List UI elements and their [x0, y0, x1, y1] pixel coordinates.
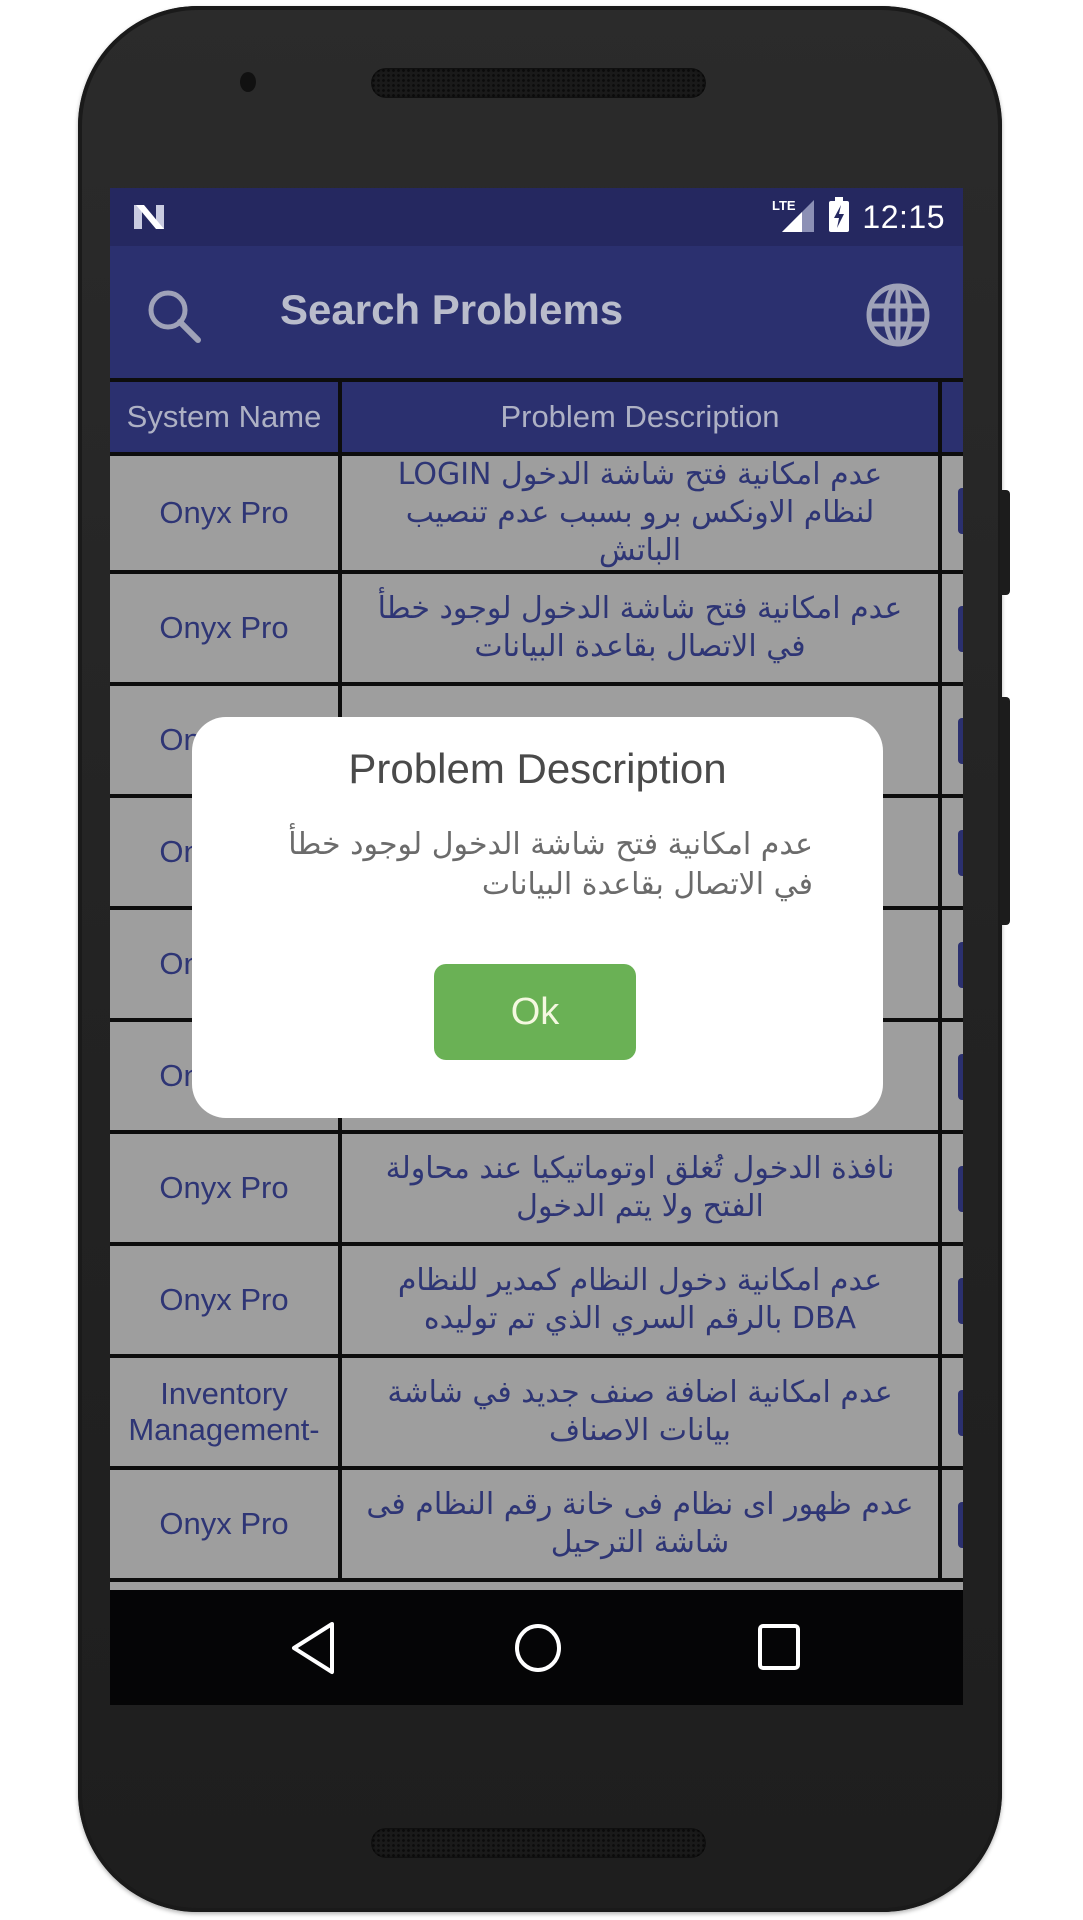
dialog-title: Problem Description [348, 745, 727, 792]
action-cell [938, 1466, 963, 1582]
problem-description-cell: عدم امكانية دخول النظام كمدير للنظام DBA… [338, 1242, 942, 1358]
navigation-bar [110, 1590, 963, 1705]
ok-button[interactable]: Ok [434, 964, 636, 1060]
system-name-cell: Onyx Pro [110, 1130, 342, 1246]
view-details-button[interactable] [958, 830, 963, 876]
page-title: Search Problems [280, 286, 624, 333]
view-details-button[interactable] [958, 1278, 963, 1324]
recents-icon[interactable] [754, 1620, 804, 1681]
table-row[interactable]: Onyx Pro عدم امكانية دخول النظام كمدير لل… [110, 1242, 963, 1358]
column-header-system-name[interactable]: System Name [110, 378, 342, 456]
action-cell [938, 1242, 963, 1358]
lte-signal-icon: LTE [772, 197, 816, 238]
action-cell [938, 570, 963, 686]
view-details-button[interactable] [958, 1502, 963, 1548]
action-cell [938, 794, 963, 910]
action-cell [938, 906, 963, 1022]
app-bar: Search Problems [110, 246, 963, 378]
view-details-button[interactable] [958, 488, 963, 534]
view-details-button[interactable] [958, 1166, 963, 1212]
system-name-cell: Onyx Pro [110, 570, 342, 686]
problem-description-cell: عدم امكانية اضافة صنف جديد في شاشة بيانا… [338, 1354, 942, 1470]
table-row[interactable]: Onyx Pro نافذة الدخول تُغلق اوتوماتيكيا ع… [110, 1130, 963, 1246]
problem-description-cell: عدم امكانية فتح شاشة الدخول لوجود خطأ في… [338, 570, 942, 686]
view-details-button[interactable] [958, 1054, 963, 1100]
column-header-problem-description[interactable]: Problem Description [338, 378, 942, 456]
action-cell [938, 1130, 963, 1246]
screen: LTE 12:15 Search Problems System Name Pr… [110, 188, 963, 1705]
n-notification-icon [132, 202, 166, 237]
action-cell [938, 682, 963, 798]
table-row[interactable]: Onyx Pro عدم ظهور اى نظام فى خانة رقم الن… [110, 1466, 963, 1582]
system-name-cell: Onyx Pro [110, 1242, 342, 1358]
action-cell [938, 1354, 963, 1470]
view-details-button[interactable] [958, 1390, 963, 1436]
volume-button [1000, 697, 1010, 925]
view-details-button[interactable] [958, 606, 963, 652]
table-row[interactable]: Onyx Pro عدم امكانية فتح شاشة الدخول لوجو… [110, 570, 963, 686]
problem-description-cell: نافذة الدخول تُغلق اوتوماتيكيا عند محاول… [338, 1130, 942, 1246]
action-cell [938, 452, 963, 574]
status-bar: LTE 12:15 [110, 188, 963, 246]
front-camera [240, 72, 256, 92]
home-icon[interactable] [510, 1620, 566, 1681]
power-button [1000, 490, 1010, 595]
earpiece-speaker [371, 68, 706, 98]
system-name-cell: Onyx Pro [110, 452, 342, 574]
problem-description-cell: عدم ظهور اى نظام فى خانة رقم النظام فى ش… [338, 1466, 942, 1582]
table-row[interactable]: Onyx Pro عدم امكانية فتح شاشة الدخول LOGI… [110, 452, 963, 574]
table-row[interactable]: Inventory Management- عدم امكانية اضافة ص… [110, 1354, 963, 1470]
view-details-button[interactable] [958, 942, 963, 988]
network-type-label: LTE [772, 198, 796, 213]
table-header-row: System Name Problem Description [110, 378, 963, 456]
action-cell [938, 1018, 963, 1134]
problem-description-cell: عدم امكانية فتح شاشة الدخول LOGIN لنظام … [338, 452, 942, 574]
system-name-cell: Inventory Management- [110, 1354, 342, 1470]
bottom-speaker [371, 1828, 706, 1858]
view-details-button[interactable] [958, 718, 963, 764]
back-icon[interactable] [288, 1620, 338, 1681]
globe-icon[interactable] [865, 282, 931, 353]
dialog-message: عدم امكانية فتح شاشة الدخول لوجود خطأ في… [288, 827, 813, 902]
system-name-cell: Onyx Pro [110, 1466, 342, 1582]
problem-description-dialog: Problem Description عدم امكانية فتح شاشة… [192, 717, 883, 1118]
battery-charging-icon [828, 196, 850, 238]
search-icon[interactable] [144, 286, 204, 351]
column-header-actions [938, 378, 963, 456]
clock: 12:15 [862, 198, 945, 235]
